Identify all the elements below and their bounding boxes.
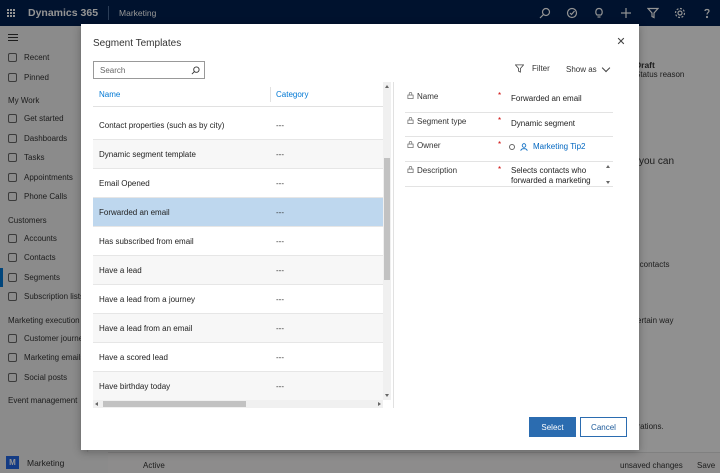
row-category: ---: [276, 121, 284, 130]
row-name: Have birthday today: [99, 382, 171, 391]
scroll-thumb[interactable]: [103, 401, 246, 407]
field-description: Description * Selects contacts who forwa…: [405, 162, 613, 187]
list-header: Name Category: [93, 82, 383, 107]
field-value: Dynamic segment: [511, 118, 576, 128]
list-item[interactable]: Have a lead from a journey ---: [93, 285, 383, 314]
row-name: Has subscribed from email: [99, 237, 194, 246]
list-item[interactable]: Have a lead from an email ---: [93, 314, 383, 343]
select-button[interactable]: Select: [529, 417, 576, 437]
vertical-scrollbar[interactable]: [383, 82, 391, 400]
template-details: Name * Forwarded an email Segment type *…: [405, 88, 613, 187]
field-segment-type: Segment type * Dynamic segment: [405, 113, 613, 137]
row-name: Contact properties (such as by city): [99, 121, 225, 130]
row-category: ---: [276, 266, 284, 275]
list-item[interactable]: Contact properties (such as by city) ---: [93, 111, 383, 140]
horizontal-scrollbar[interactable]: [93, 400, 383, 408]
scroll-arrows-icon[interactable]: [605, 162, 611, 187]
list-item[interactable]: Dynamic segment template ---: [93, 140, 383, 169]
search-icon[interactable]: [186, 62, 204, 78]
person-icon: [520, 142, 528, 151]
field-label: Description: [417, 165, 458, 175]
list-item[interactable]: Has subscribed from email ---: [93, 227, 383, 256]
list-rows: Contact properties (such as by city) --- …: [93, 111, 383, 401]
row-name: Have a lead from an email: [99, 324, 193, 333]
segment-templates-dialog: Segment Templates ✕ Filter Show as Name …: [81, 24, 639, 450]
cancel-button[interactable]: Cancel: [580, 417, 627, 437]
list-item[interactable]: Have a lead ---: [93, 256, 383, 285]
list-item-selected[interactable]: Forwarded an email ---: [93, 198, 383, 227]
row-name: Email Opened: [99, 179, 150, 188]
required-marker: *: [498, 164, 502, 174]
required-marker: *: [498, 115, 502, 125]
presence-icon: [509, 143, 515, 150]
scroll-up-icon[interactable]: [385, 85, 389, 88]
row-category: ---: [276, 150, 284, 159]
field-label: Name: [417, 92, 439, 101]
row-category: ---: [276, 295, 284, 304]
row-category: ---: [276, 382, 284, 391]
scroll-thumb[interactable]: [384, 158, 390, 280]
lock-icon: [407, 92, 414, 99]
filter-label: Filter: [532, 64, 550, 73]
column-header-name[interactable]: Name: [99, 90, 120, 99]
search-box: [93, 61, 205, 79]
chevron-down-icon: [601, 63, 610, 72]
scroll-down-icon[interactable]: [385, 394, 389, 397]
templates-list: Name Category Contact properties (such a…: [93, 82, 391, 408]
row-name: Have a lead from a journey: [99, 295, 196, 304]
lock-icon: [407, 116, 414, 124]
filter-icon: [515, 64, 524, 73]
close-icon[interactable]: ✕: [615, 36, 627, 48]
field-value: Selects contacts who forwarded a marketi…: [511, 165, 591, 185]
filter-button[interactable]: Filter: [515, 64, 550, 73]
field-label: Segment type: [417, 116, 467, 126]
dialog-title: Segment Templates: [93, 38, 182, 49]
scroll-right-icon[interactable]: [378, 402, 381, 406]
required-marker: *: [498, 140, 502, 149]
scroll-left-icon[interactable]: [95, 402, 98, 406]
field-label: Owner: [417, 141, 441, 150]
row-name: Forwarded an email: [99, 208, 170, 217]
search-input[interactable]: [94, 65, 186, 75]
column-header-category[interactable]: Category: [276, 90, 308, 99]
list-item[interactable]: Have a scored lead ---: [93, 343, 383, 372]
lock-icon: [407, 165, 414, 173]
required-marker: *: [498, 91, 502, 100]
row-category: ---: [276, 237, 284, 246]
owner-link[interactable]: Marketing Tip2: [533, 142, 585, 151]
row-name: Have a lead: [99, 266, 142, 275]
row-category: ---: [276, 179, 284, 188]
field-owner: Owner * Marketing Tip2: [405, 137, 613, 162]
row-category: ---: [276, 353, 284, 362]
field-value: Forwarded an email: [511, 94, 582, 103]
row-category: ---: [276, 324, 284, 333]
list-item[interactable]: Have birthday today ---: [93, 372, 383, 401]
row-name: Dynamic segment template: [99, 150, 196, 159]
lock-icon: [407, 141, 414, 148]
row-name: Have a scored lead: [99, 353, 168, 362]
list-item[interactable]: Email Opened ---: [93, 169, 383, 198]
show-as-dropdown[interactable]: Show as: [566, 63, 610, 74]
pane-divider: [393, 82, 394, 408]
column-divider[interactable]: [270, 87, 271, 102]
row-category: ---: [276, 208, 284, 217]
field-name: Name * Forwarded an email: [405, 88, 613, 113]
show-as-label: Show as: [566, 65, 597, 74]
